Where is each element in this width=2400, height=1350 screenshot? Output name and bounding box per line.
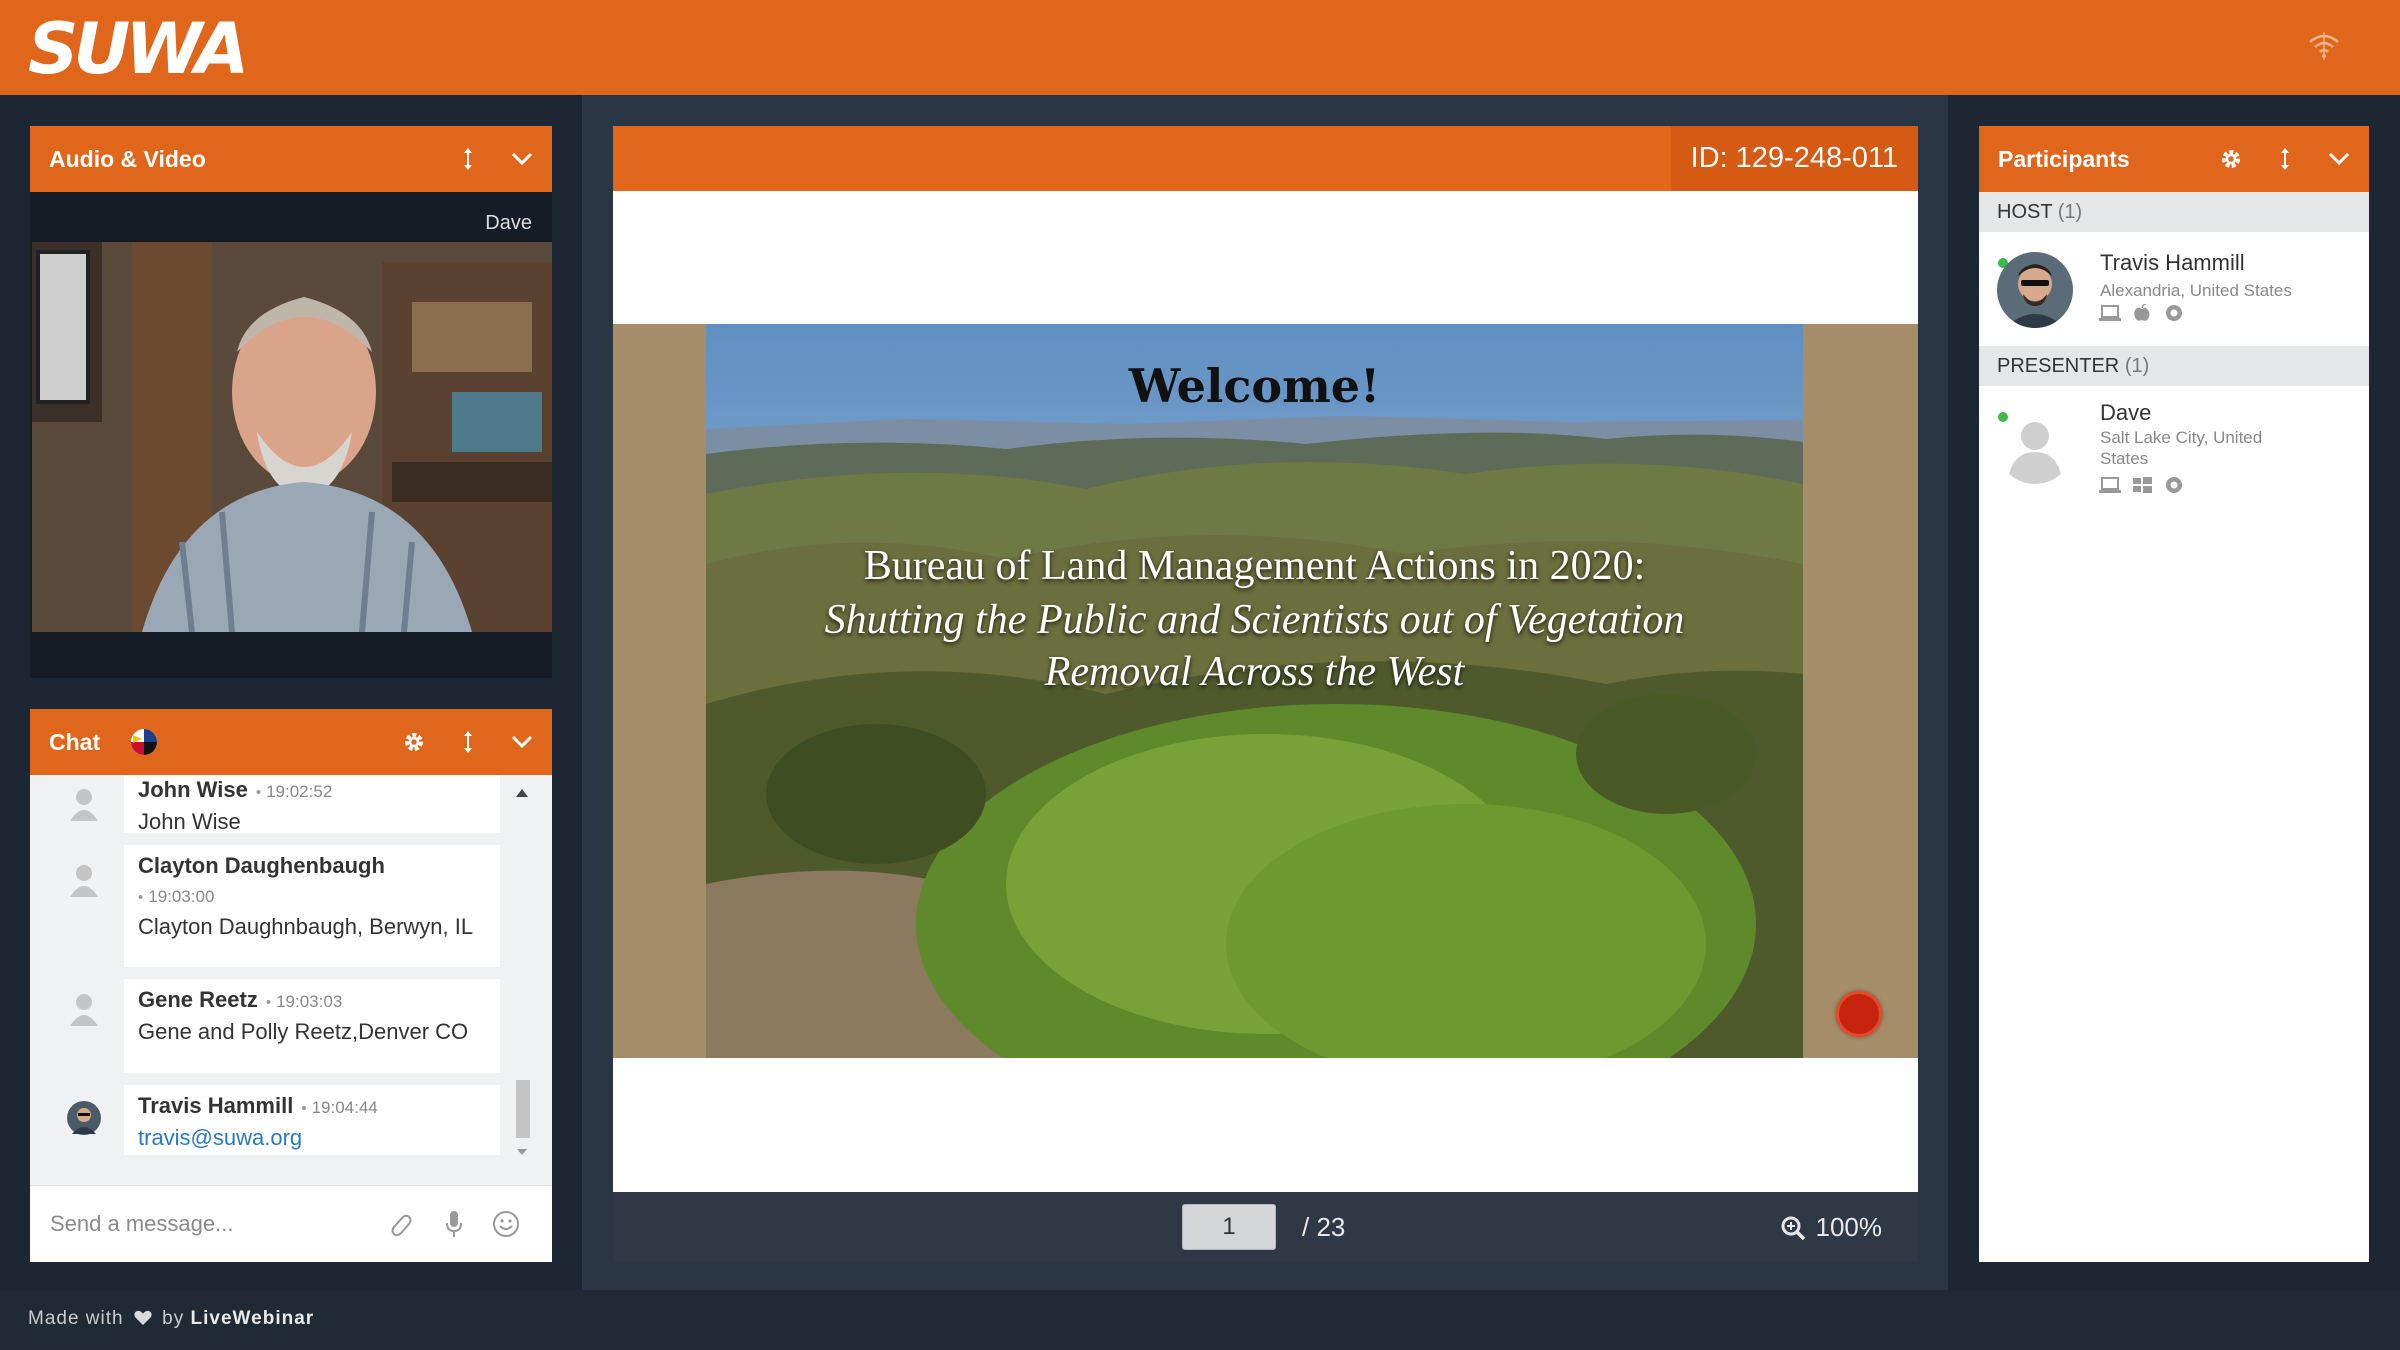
chrome-icon <box>2166 305 2182 321</box>
host-location: Alexandria, United States <box>2100 281 2292 300</box>
flag-icon[interactable] <box>128 726 160 758</box>
zoom-icon <box>1781 1216 1805 1240</box>
zoom-level: 100% <box>1815 1212 1883 1242</box>
slide-title: Welcome! <box>1128 359 1381 413</box>
user-avatar-icon <box>70 789 98 821</box>
message-time: 19:04:44 <box>311 1098 378 1117</box>
chat-message: Travis Hammill • 19:04:44 travis@suwa.org <box>124 1085 500 1155</box>
drag-handle-icon[interactable] <box>452 726 484 758</box>
emoji-icon[interactable] <box>490 1206 522 1242</box>
participants-header: Participants <box>1979 126 2369 192</box>
audio-video-header: Audio & Video <box>30 126 552 192</box>
footer: Made with by LiveWebinar <box>28 1308 314 1330</box>
footer-made-with: Made with <box>28 1308 124 1329</box>
record-button[interactable] <box>1836 991 1882 1037</box>
slide-subtitle-italic: Shutting the Public and Scientists out o… <box>706 594 1803 698</box>
chat-header: Chat <box>30 709 552 775</box>
page-total: / 23 <box>1302 1212 1346 1242</box>
chat-panel: John Wise • 19:02:52 John Wise Clayton Dau… <box>30 775 552 1262</box>
presenter-name: Dave <box>2100 400 2152 425</box>
heart-icon <box>134 1310 152 1325</box>
host-section-header: HOST (1) <box>1979 192 2369 232</box>
footer-by: by <box>162 1308 185 1329</box>
message-time: 19:02:52 <box>266 782 333 801</box>
laptop-icon <box>2099 477 2121 493</box>
chat-message: Clayton Daughenbaugh • 19:03:00 Clayton D… <box>124 845 500 967</box>
presenter-section-header: PRESENTER (1) <box>1979 346 2369 386</box>
presenter-count: (1) <box>2124 355 2150 377</box>
slide-background-photo: Welcome! Bureau of Land Management Actio… <box>706 324 1803 1058</box>
slide: Welcome! Bureau of Land Management Actio… <box>613 324 1918 1058</box>
chat-message-list[interactable]: John Wise • 19:02:52 John Wise Clayton Dau… <box>30 775 500 1165</box>
top-bar: SUWA <box>0 0 2400 95</box>
chevron-down-icon[interactable] <box>506 143 538 175</box>
paperclip-icon[interactable] <box>384 1206 416 1242</box>
message-text: Gene and Polly Reetz,Denver CO <box>138 1019 469 1044</box>
chevron-down-icon[interactable] <box>506 726 538 758</box>
participant-row-host[interactable]: Travis Hammill Alexandria, United States <box>1979 232 2369 346</box>
gear-icon[interactable] <box>398 726 430 758</box>
user-avatar-icon <box>70 865 98 897</box>
presenter-location: Salt Lake City, United States <box>2100 428 2263 468</box>
message-author: Travis Hammill <box>138 1093 294 1118</box>
message-author: Clayton Daughenbaugh <box>138 853 385 878</box>
audio-video-panel: Dave <box>30 192 552 678</box>
gear-icon[interactable] <box>2215 143 2247 175</box>
session-id: ID: 129-248-011 <box>1670 126 1918 191</box>
suwa-logo[interactable]: SUWA <box>28 8 249 90</box>
apple-icon <box>2134 304 2150 321</box>
chat-title: Chat <box>49 728 101 755</box>
email-link[interactable]: travis@suwa.org <box>138 1125 302 1150</box>
chat-compose <box>30 1185 552 1262</box>
presenter-devices <box>2099 476 2185 494</box>
video-participant-name: Dave <box>485 212 532 234</box>
page-number-input[interactable]: 1 <box>1182 1204 1276 1250</box>
message-text: John Wise <box>138 809 241 834</box>
message-author: Gene Reetz <box>138 987 258 1012</box>
livewebinar-link[interactable]: LiveWebinar <box>191 1308 315 1329</box>
presentation-area: Welcome! Bureau of Land Management Actio… <box>613 191 1918 1192</box>
chat-scrollbar[interactable] <box>508 775 536 1165</box>
drag-handle-icon[interactable] <box>2269 143 2301 175</box>
zoom-control[interactable]: 100% <box>1780 1212 1883 1243</box>
host-avatar <box>1997 252 2073 328</box>
microphone-icon[interactable] <box>438 1206 470 1242</box>
participant-row-presenter[interactable]: Dave Salt Lake City, United States <box>1979 386 2369 516</box>
user-avatar-icon <box>70 994 98 1026</box>
chat-message: John Wise • 19:02:52 John Wise <box>124 775 500 834</box>
message-time: 19:03:03 <box>276 992 343 1011</box>
presentation-header: ID: 129-248-011 <box>613 126 1918 191</box>
chat-message: Gene Reetz • 19:03:03 Gene and Polly Reetz… <box>124 979 500 1073</box>
travis-avatar <box>67 1101 101 1135</box>
laptop-icon <box>2099 305 2121 321</box>
chevron-down-icon[interactable] <box>2323 143 2355 175</box>
presenter-label: PRESENTER <box>1997 355 2120 377</box>
host-count: (1) <box>2057 201 2083 223</box>
message-time: 19:03:00 <box>148 887 215 906</box>
presentation-toolbar: 1 / 23 100% <box>613 1192 1918 1262</box>
windows-icon <box>2133 477 2152 493</box>
message-author: John Wise <box>138 777 248 802</box>
host-label: HOST <box>1997 201 2053 223</box>
slide-subtitle-line3: Removal Across the West <box>1044 649 1465 695</box>
participants-panel: HOST (1) Travis Hammill Alexandria, Unit… <box>1979 192 2369 1262</box>
participants-title: Participants <box>1998 145 2130 172</box>
webcam-video[interactable] <box>32 242 552 632</box>
host-devices <box>2099 304 2185 322</box>
audio-video-title: Audio & Video <box>49 145 206 172</box>
host-name: Travis Hammill <box>2100 250 2245 275</box>
chrome-icon <box>2166 477 2182 493</box>
message-text: Clayton Daughnbaugh, Berwyn, IL <box>138 914 474 939</box>
presenter-avatar <box>1997 408 2073 484</box>
chat-message-input[interactable] <box>50 1206 380 1242</box>
slide-subtitle-line2: Shutting the Public and Scientists out o… <box>824 597 1685 643</box>
wifi-icon <box>2309 34 2339 58</box>
slide-subtitle-line1: Bureau of Land Management Actions in 202… <box>863 543 1646 589</box>
drag-handle-icon[interactable] <box>452 143 484 175</box>
